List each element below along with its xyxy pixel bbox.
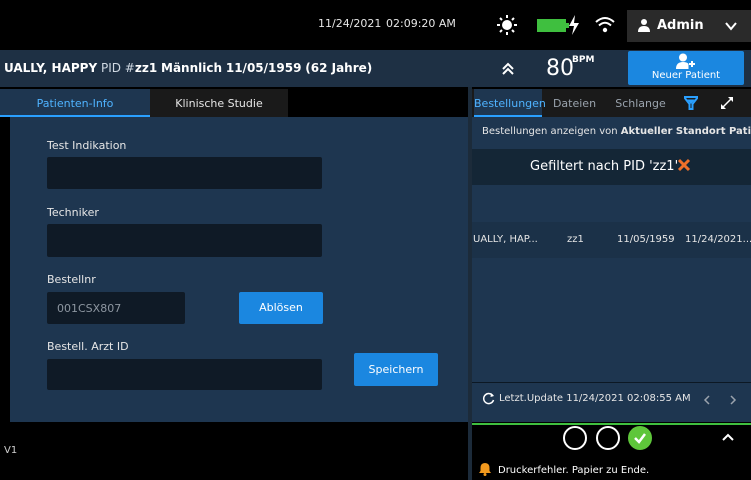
patient-sex: Männlich [161,61,223,75]
patient-summary: UALLY, HAPPY PID #zz1 Männlich 11/05/195… [4,61,372,75]
new-patient-label: Neuer Patient [651,70,721,81]
patient-age: (62 Jahre) [305,61,373,75]
active-filter-bar: Gefiltert nach PID 'zz1' [472,149,751,185]
order-cell-dob: 11/05/1959 [617,234,675,245]
filter-icon[interactable] [684,96,698,110]
check-icon [634,433,646,444]
tab-orders-label: Bestellungen [474,97,546,110]
wifi-icon [595,17,615,33]
status-indicator-ok [628,426,652,450]
person-icon [638,19,650,32]
status-indicator-1 [563,426,587,450]
version-label: V1 [4,445,18,456]
orders-scope-location[interactable]: Aktueller Standort Patient [621,126,751,137]
battery-icon [537,19,569,32]
tab-files[interactable]: Dateien [542,89,607,117]
charging-bolt-icon [569,15,579,35]
tab-queue-label: Schlange [615,97,666,110]
technician-input[interactable] [47,224,322,257]
heart-rate-unit: BPM [572,55,595,65]
add-person-icon [676,53,695,69]
right-tab-bar: Bestellungen Dateien Schlange [472,89,751,117]
refresh-icon[interactable] [482,392,495,405]
patient-pid-label: PID # [100,61,135,75]
patient-dob: 11/05/1959 [225,61,302,75]
chevron-left-icon[interactable] [703,395,711,405]
orders-scope-prefix: Bestellungen anzeigen [482,126,597,137]
filter-text: Gefiltert nach PID 'zz1' [530,159,679,174]
patient-name: UALLY, HAPPY [4,61,98,75]
tab-bar-filler [288,89,468,117]
close-icon[interactable] [677,158,691,172]
test-indication-label: Test Indikation [47,139,127,152]
left-footer [0,422,468,480]
double-chevron-up-icon[interactable] [501,62,515,76]
order-cell-date: 11/24/2021... [685,234,751,245]
tab-orders[interactable]: Bestellungen [474,89,546,117]
chevron-down-icon [725,22,737,31]
orders-scope-from: von [599,126,618,137]
status-date: 11/24/2021 [318,17,382,30]
tab-patient-info-label: Patienten-Info [36,97,114,110]
alarm-message: Druckerfehler. Papier zu Ende. [498,465,650,476]
tab-files-label: Dateien [552,97,597,110]
left-tab-bar: Patienten-Info Klinische Studie [0,89,468,117]
status-time: 02:09:20 AM [386,17,456,30]
chevron-up-icon[interactable] [722,433,734,441]
patient-pid: zz1 [134,61,158,75]
status-bar: 11/24/2021 02:09:20 AM Admin [0,0,751,50]
ordering-doctor-input[interactable] [47,359,322,390]
order-number-input[interactable]: 001CSX807 [47,292,185,324]
bell-icon [479,463,491,476]
orders-scope: Bestellungen anzeigen von Aktueller Stan… [482,126,751,137]
last-update: Letzt.Update 11/24/2021 02:08:55 AM [499,393,691,404]
status-indicator-2 [596,426,620,450]
technician-label: Techniker [47,206,99,219]
sun-icon[interactable] [496,14,518,36]
tab-patient-info[interactable]: Patienten-Info [0,89,150,117]
order-cell-name: UALLY, HAP... [473,234,538,245]
tab-queue[interactable]: Schlange [607,89,674,117]
tab-clinical-study[interactable]: Klinische Studie [150,89,288,117]
order-number-label: Bestellnr [47,273,96,286]
save-button[interactable]: Speichern [354,353,438,386]
test-indication-input[interactable] [47,157,322,189]
user-menu[interactable]: Admin [627,10,751,42]
tab-clinical-study-label: Klinische Studie [175,97,263,110]
chevron-right-icon[interactable] [729,395,737,405]
release-button[interactable]: Ablösen [239,292,323,324]
heart-rate-value: 80 [546,56,574,81]
new-patient-button[interactable]: Neuer Patient [628,51,744,85]
order-cell-pid: zz1 [567,234,584,245]
expand-icon[interactable] [720,96,734,110]
user-name: Admin [657,18,704,33]
alarm-status-line [472,423,751,425]
ordering-doctor-label: Bestell. Arzt ID [47,340,129,353]
